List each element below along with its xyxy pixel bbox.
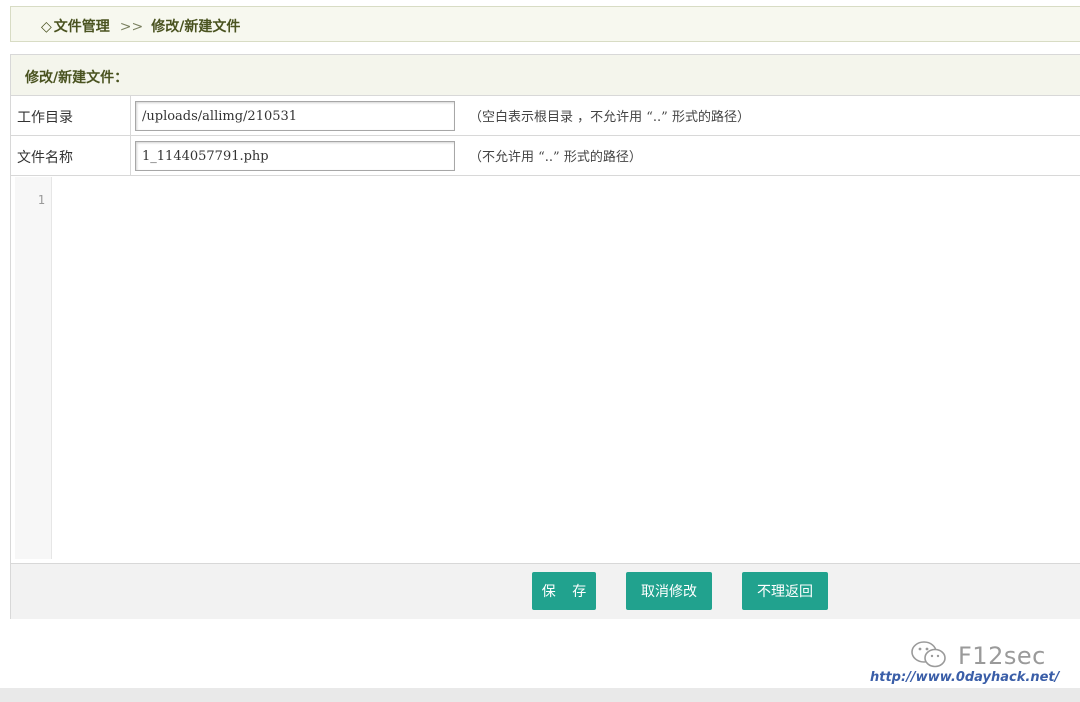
back-button[interactable]: 不理返回 <box>742 572 828 610</box>
panel-title: 修改/新建文件： <box>25 70 129 86</box>
filename-label: 文件名称 <box>11 136 131 175</box>
diamond-icon: ◇ <box>41 19 52 35</box>
filename-hint: （不允许用 “..” 形式的路径） <box>469 150 642 165</box>
directory-hint: （空白表示根目录 ，不允许用 “..” 形式的路径） <box>469 110 750 125</box>
watermark-name: F12sec <box>958 642 1046 670</box>
code-textarea[interactable] <box>53 177 1080 559</box>
line-gutter: 1 <box>15 177 52 559</box>
panel-header: 修改/新建文件： <box>11 55 1080 96</box>
line-number: 1 <box>37 193 45 207</box>
breadcrumb-separator: >> <box>119 19 144 35</box>
cancel-edit-button[interactable]: 取消修改 <box>626 572 712 610</box>
breadcrumb: ◇ 文件管理 >> 修改/新建文件 <box>41 16 240 36</box>
directory-row: 工作目录 （空白表示根目录 ，不允许用 “..” 形式的路径） <box>11 96 1080 136</box>
save-button[interactable]: 保 存 <box>532 572 596 610</box>
wechat-icon <box>911 641 946 668</box>
watermark-url[interactable]: http://www.0dayhack.net/ <box>870 670 1059 685</box>
action-bar: 保 存 取消修改 不理返回 <box>11 563 1080 619</box>
breadcrumb-bar: ◇ 文件管理 >> 修改/新建文件 <box>10 6 1080 42</box>
directory-label: 工作目录 <box>11 96 131 135</box>
filename-row: 文件名称 （不允许用 “..” 形式的路径） <box>11 136 1080 176</box>
edit-file-panel: 修改/新建文件： 工作目录 （空白表示根目录 ，不允许用 “..” 形式的路径）… <box>10 54 1080 619</box>
directory-input[interactable] <box>135 101 455 131</box>
code-editor: 1 <box>11 177 1080 563</box>
bottom-strip <box>0 688 1080 702</box>
filename-input[interactable] <box>135 141 455 171</box>
breadcrumb-current: 修改/新建文件 <box>151 19 241 35</box>
breadcrumb-root[interactable]: 文件管理 <box>54 19 110 35</box>
